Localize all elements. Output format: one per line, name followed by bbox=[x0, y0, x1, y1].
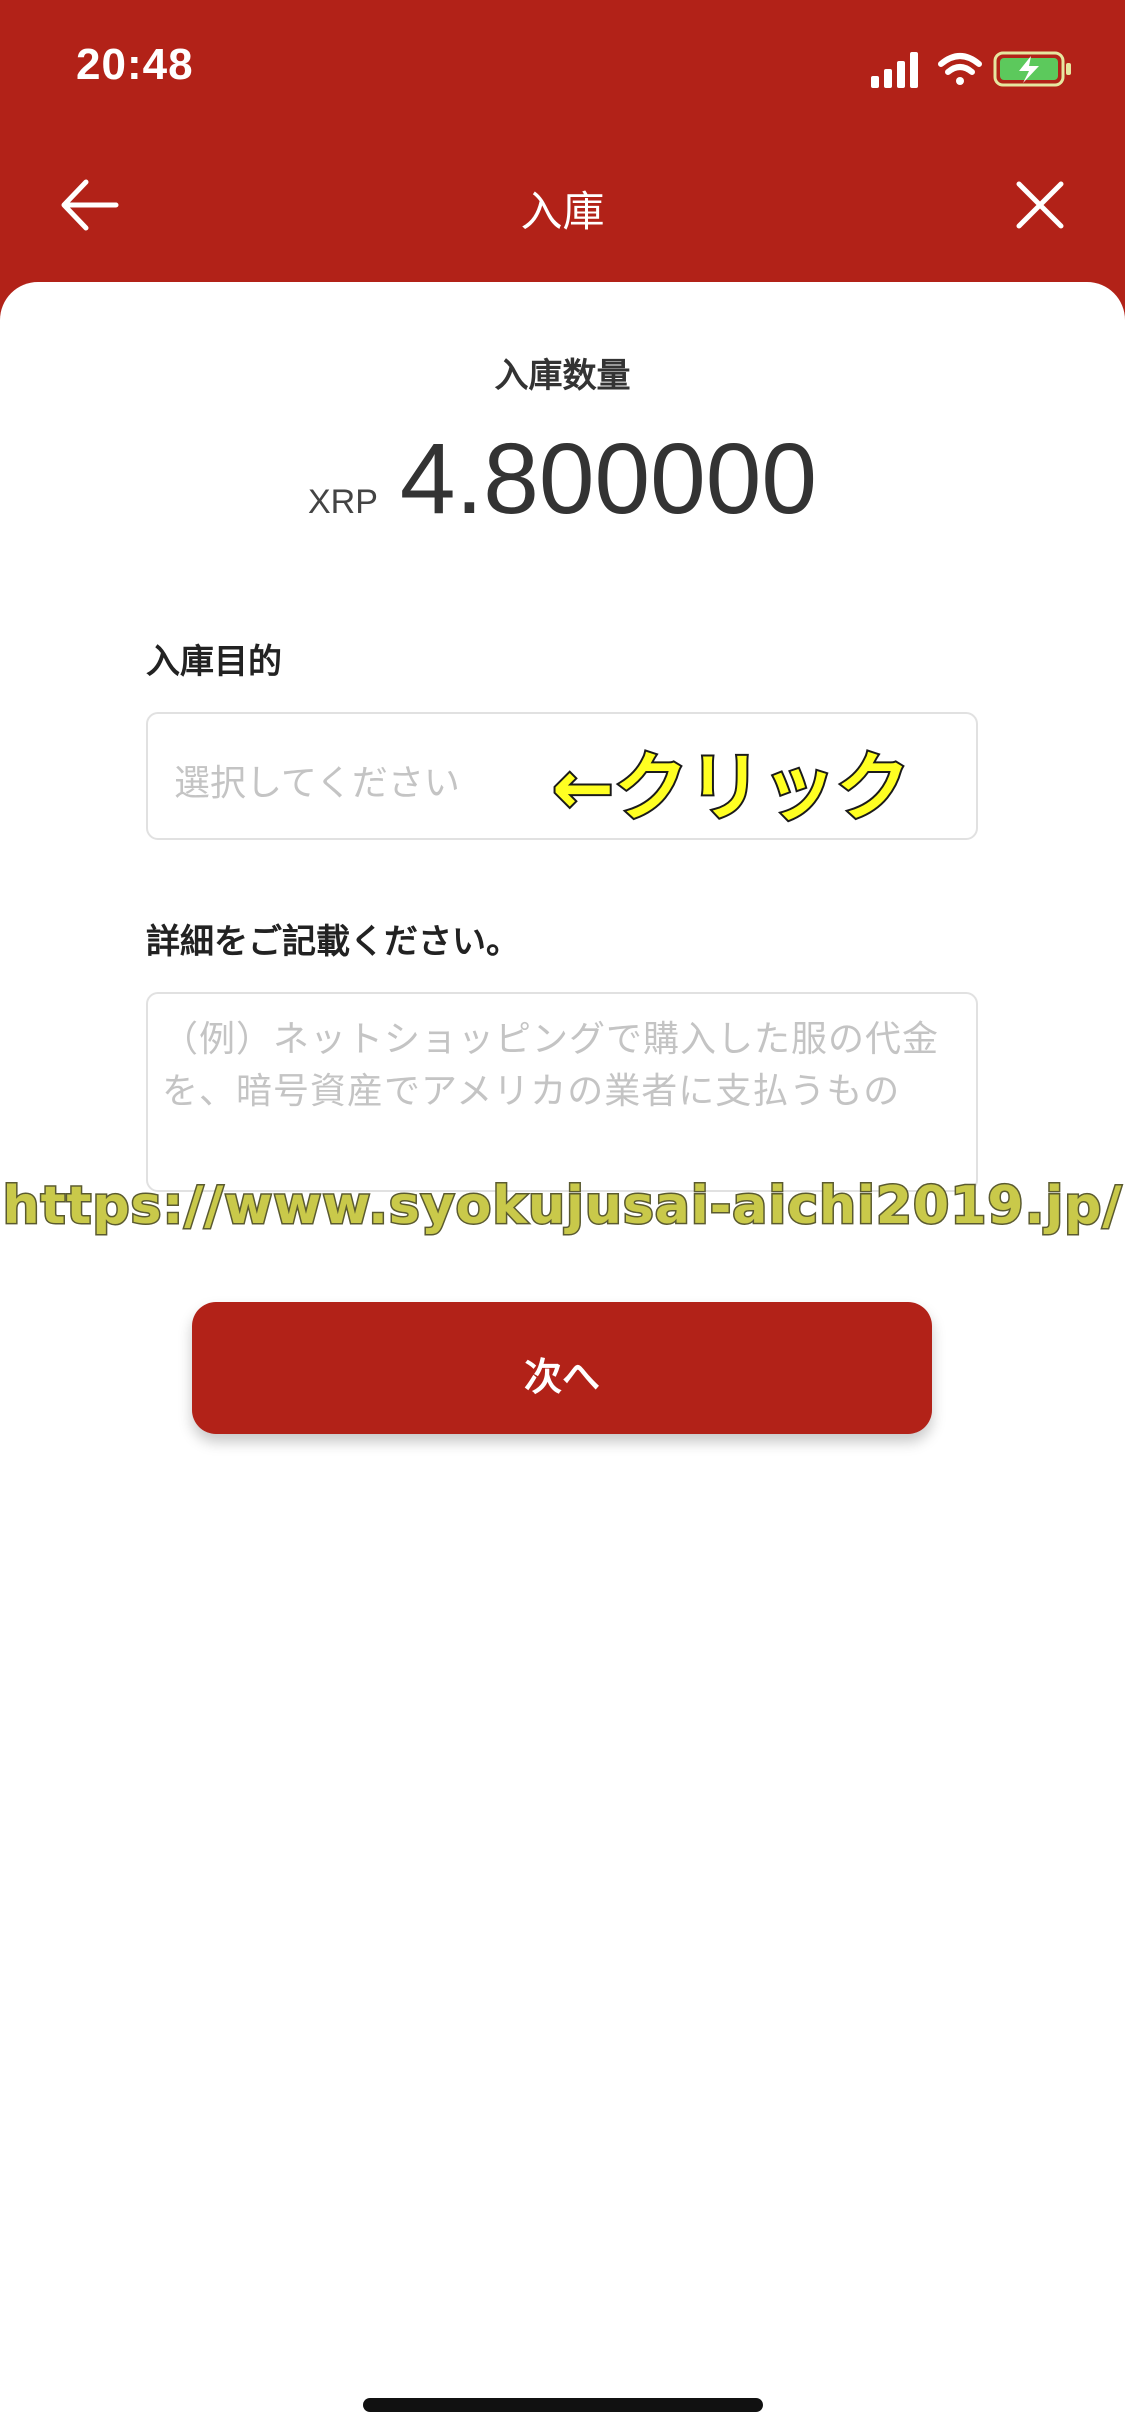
details-textarea[interactable]: （例）ネットショッピングで購入した服の代金を、暗号資産でアメリカの業者に支払うも… bbox=[146, 992, 978, 1192]
close-icon bbox=[1016, 181, 1064, 229]
content-sheet: 入庫数量 XRP 4.800000 入庫目的 選択してください ←クリック 詳細を… bbox=[0, 282, 1125, 2436]
amount-unit: XRP bbox=[307, 483, 378, 521]
page-title: 入庫 bbox=[520, 187, 605, 236]
nav-bar: 入庫 bbox=[0, 150, 1125, 260]
wifi-icon bbox=[938, 53, 982, 85]
purpose-label: 入庫目的 bbox=[146, 642, 282, 682]
next-button[interactable]: 次へ bbox=[192, 1302, 932, 1434]
details-placeholder: （例）ネットショッピングで購入した服の代金を、暗号資産でアメリカの業者に支払うも… bbox=[162, 1019, 940, 1112]
next-button-label: 次へ bbox=[523, 1355, 600, 1399]
signal-icon bbox=[871, 52, 918, 88]
amount-display: XRP 4.800000 bbox=[0, 422, 1125, 537]
battery-charging-icon bbox=[993, 51, 1071, 87]
click-annotation: ←クリック bbox=[550, 743, 912, 833]
amount-label: 入庫数量 bbox=[494, 356, 631, 396]
watermark-url: https://www.syokujusai-aichi2019.jp/ bbox=[1, 1175, 1123, 1238]
close-button[interactable] bbox=[1011, 176, 1069, 234]
purpose-placeholder: 選択してください bbox=[174, 763, 460, 804]
home-indicator bbox=[363, 2398, 763, 2412]
status-time: 20:48 bbox=[76, 40, 194, 89]
status-bar: 20:48 bbox=[0, 0, 1125, 132]
details-label: 詳細をご記載ください。 bbox=[146, 922, 520, 962]
amount-value: 4.800000 bbox=[399, 423, 817, 535]
purpose-select[interactable]: 選択してください ←クリック bbox=[146, 712, 978, 840]
status-icons bbox=[871, 48, 1081, 90]
